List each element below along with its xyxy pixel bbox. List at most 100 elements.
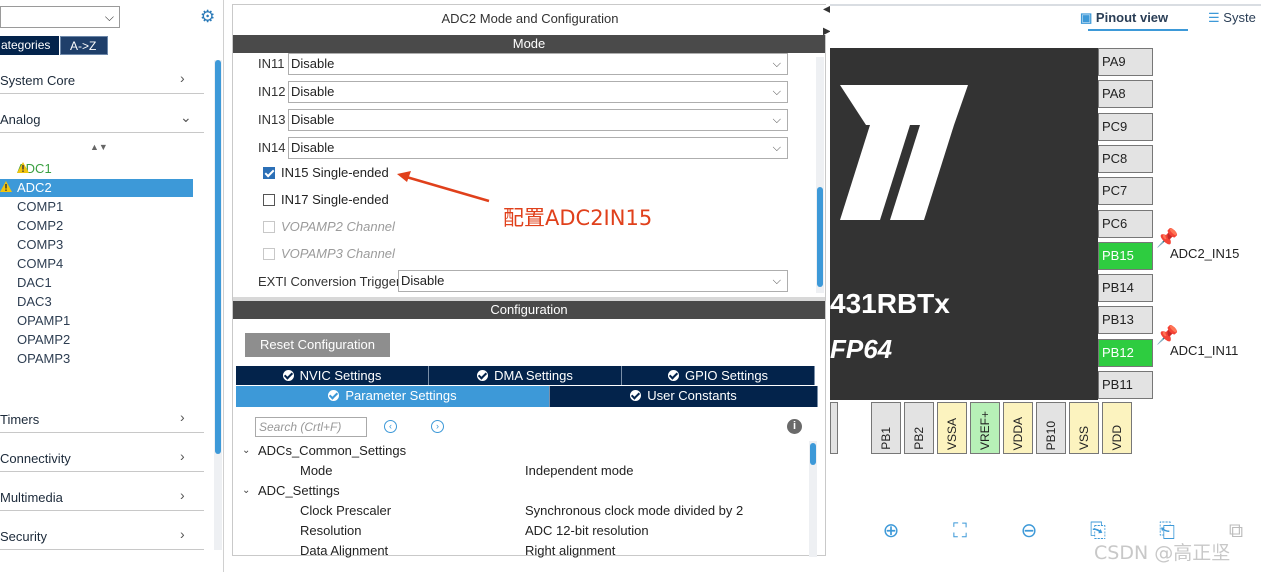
- analog-item-adc2[interactable]: ADC2: [0, 179, 193, 197]
- pin-vdd[interactable]: VDD: [1102, 402, 1132, 454]
- category-system-core[interactable]: System Core: [0, 73, 75, 88]
- param-value[interactable]: Independent mode: [525, 463, 633, 478]
- category-connectivity[interactable]: Connectivity: [0, 451, 71, 466]
- pin-pb15[interactable]: PB15: [1098, 241, 1153, 270]
- channel-in11-select[interactable]: Disable ⌵: [288, 53, 788, 75]
- next-icon[interactable]: ›: [431, 420, 444, 433]
- analog-item-label: COMP3: [17, 237, 64, 252]
- param-scrollbar-thumb[interactable]: [810, 443, 816, 465]
- param-name: Data Alignment: [300, 543, 389, 558]
- chevron-icon[interactable]: ›: [180, 487, 185, 503]
- category-select[interactable]: ⌵: [0, 6, 120, 28]
- chevron-icon[interactable]: ›: [180, 409, 185, 425]
- info-icon[interactable]: i: [787, 419, 802, 434]
- pin-pa8[interactable]: PA8: [1098, 80, 1153, 109]
- channel-in13-select[interactable]: Disable ⌵: [288, 109, 788, 131]
- pin-signal-label: ADC2_IN15: [1170, 245, 1240, 261]
- gear-icon[interactable]: ⚙: [200, 7, 215, 27]
- expand-icon[interactable]: ⌄: [242, 445, 250, 456]
- mode-bar: Mode: [233, 35, 825, 53]
- pin-pb13[interactable]: PB13: [1098, 306, 1153, 335]
- exti-trigger-select[interactable]: Disable ⌵: [398, 270, 788, 292]
- analog-item-comp3[interactable]: COMP3: [17, 236, 63, 254]
- pin-pc9[interactable]: PC9: [1098, 112, 1153, 141]
- chevron-icon[interactable]: ⌄: [180, 109, 192, 126]
- param-value[interactable]: ADC 12-bit resolution: [525, 523, 649, 538]
- zoom-in-icon[interactable]: ⊕: [878, 518, 904, 544]
- category-security[interactable]: Security: [0, 529, 47, 544]
- chevron-down-icon: ⌵: [772, 58, 781, 70]
- reset-configuration-button[interactable]: Reset Configuration: [245, 333, 390, 357]
- previous-icon[interactable]: ‹: [384, 420, 397, 433]
- tab-a-z[interactable]: A->Z: [60, 36, 108, 55]
- analog-item-comp4[interactable]: COMP4: [17, 255, 63, 273]
- check-circle-icon: [667, 370, 679, 381]
- pin-pb11[interactable]: PB11: [1098, 371, 1153, 399]
- pin-vdda[interactable]: VDDA: [1003, 402, 1033, 454]
- chevron-icon[interactable]: ›: [180, 70, 185, 86]
- pin-pa9[interactable]: PA9: [1098, 48, 1153, 76]
- tab-nvic-settings[interactable]: NVIC Settings: [236, 366, 429, 385]
- pin-vref-plus[interactable]: VREF+: [970, 402, 1000, 454]
- chevron-down-icon: ⌵: [772, 86, 781, 98]
- checkbox[interactable]: [263, 167, 275, 179]
- category-analog[interactable]: Analog: [0, 112, 40, 127]
- param-value[interactable]: Synchronous clock mode divided by 2: [525, 503, 743, 518]
- expand-icon[interactable]: ⌄: [242, 485, 250, 496]
- analog-item-dac1[interactable]: DAC1: [17, 274, 52, 292]
- checkbox-label[interactable]: IN17 Single-ended: [281, 192, 389, 207]
- analog-item-opamp1[interactable]: OPAMP1: [17, 312, 70, 330]
- tab-parameter-settings[interactable]: Parameter Settings: [236, 386, 550, 407]
- fit-screen-icon[interactable]: ⛶: [947, 518, 973, 544]
- pin-pc6[interactable]: PC6: [1098, 209, 1153, 238]
- analog-item-opamp2[interactable]: OPAMP2: [17, 331, 70, 349]
- analog-item-opamp3[interactable]: OPAMP3: [17, 350, 70, 368]
- pin-pc8[interactable]: PC8: [1098, 144, 1153, 173]
- category-timers[interactable]: Timers: [0, 412, 39, 427]
- analog-item-comp1[interactable]: COMP1: [17, 198, 63, 216]
- pin-pb14[interactable]: PB14: [1098, 274, 1153, 303]
- left-scrollbar[interactable]: [214, 60, 222, 550]
- search-input[interactable]: Search (Crtl+F): [255, 417, 367, 437]
- tab-dma-settings[interactable]: DMA Settings: [429, 366, 622, 385]
- tab-system-view[interactable]: ☰ Syste: [1208, 10, 1256, 26]
- tab-categories[interactable]: ategories: [0, 36, 59, 55]
- param-value[interactable]: Right alignment: [525, 543, 615, 558]
- category-multimedia[interactable]: Multimedia: [0, 490, 63, 505]
- mode-scrollbar-thumb[interactable]: [817, 187, 823, 287]
- mode-scrollbar[interactable]: [816, 57, 824, 293]
- channel-in14-select[interactable]: Disable ⌵: [288, 137, 788, 159]
- st-logo: [840, 85, 968, 220]
- checkbox[interactable]: [263, 194, 275, 206]
- pin-vss[interactable]: VSS: [1069, 402, 1099, 454]
- tab-user-constants[interactable]: User Constants: [550, 386, 818, 407]
- chevron-down-icon: ⌵: [772, 114, 781, 126]
- mode-config-panel: ADC2 Mode and Configuration Mode IN11 Dis…: [232, 4, 827, 558]
- pin-pb10[interactable]: PB10: [1036, 402, 1066, 454]
- analog-item-comp2[interactable]: COMP2: [17, 217, 63, 235]
- zoom-out-icon[interactable]: ⊖: [1016, 518, 1042, 544]
- chevron-icon[interactable]: ›: [180, 448, 185, 464]
- active-tab-underline: [1088, 29, 1188, 31]
- pin-pb1[interactable]: PB1: [871, 402, 901, 454]
- channel-in12-select[interactable]: Disable ⌵: [288, 81, 788, 103]
- analog-item-dac3[interactable]: DAC3: [17, 293, 52, 311]
- category-divider: [0, 471, 204, 472]
- param-group-adcs-common[interactable]: ADCs_Common_Settings: [258, 443, 406, 458]
- sort-icon[interactable]: ▲▼: [90, 143, 108, 152]
- pin-pb2[interactable]: PB2: [904, 402, 934, 454]
- pin-pb12[interactable]: PB12: [1098, 338, 1153, 367]
- analog-item-adc1[interactable]: ADC1: [17, 160, 52, 178]
- checkbox-label[interactable]: IN15 Single-ended: [281, 165, 389, 180]
- tab-pinout-view[interactable]: ▣ Pinout view: [1080, 10, 1168, 26]
- pin-vssa[interactable]: VSSA: [937, 402, 967, 454]
- param-group-adc-settings[interactable]: ADC_Settings: [258, 483, 340, 498]
- chevron-icon[interactable]: ›: [180, 526, 185, 542]
- system-view-label: Syste: [1223, 10, 1256, 25]
- left-scrollbar-thumb[interactable]: [215, 60, 221, 454]
- category-divider: [0, 93, 204, 94]
- pin-blank[interactable]: [830, 402, 838, 454]
- pin-pc7[interactable]: PC7: [1098, 177, 1153, 206]
- tab-gpio-settings[interactable]: GPIO Settings: [622, 366, 815, 385]
- param-scrollbar[interactable]: [809, 441, 817, 557]
